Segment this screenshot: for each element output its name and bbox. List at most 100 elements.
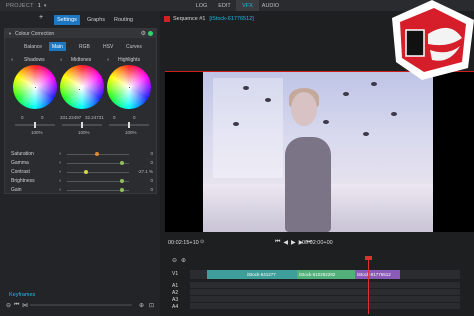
midtones-wheel-handle[interactable] <box>78 88 81 91</box>
saturation-reset-icon[interactable]: ◐ <box>59 151 62 157</box>
contrast-label: Contrast <box>11 169 30 175</box>
subtab-main[interactable]: Main <box>49 42 66 51</box>
saturation-value[interactable]: 0 <box>133 151 153 156</box>
highlights-wheel-handle[interactable] <box>128 86 131 89</box>
timeline-clip[interactable]: iStock-641277 <box>245 270 297 279</box>
zoom-in-icon[interactable]: ⊕ <box>139 302 144 309</box>
project-label: PROJECT <box>6 2 34 9</box>
add-keyframe-icon[interactable]: ⋈ <box>22 302 28 309</box>
duration-timecode: 00:02:00+00 <box>302 240 333 246</box>
clip-title[interactable]: [iStock-61776512] <box>209 16 253 22</box>
track-label-a2[interactable]: A2 <box>172 290 178 296</box>
shadows-value: 0 <box>21 115 24 120</box>
frame-dress <box>285 137 331 232</box>
subtab-curves[interactable]: Curves <box>123 42 145 51</box>
keyframe-track[interactable] <box>30 304 132 306</box>
track-label-v1[interactable]: V1 <box>172 271 178 277</box>
timeline-clip[interactable] <box>207 270 245 279</box>
contrast-value[interactable]: -27.1 % <box>133 169 153 174</box>
gamma-knob[interactable] <box>120 161 124 165</box>
highlights-label: Highlights <box>118 57 140 63</box>
collapse-icon[interactable]: ▼ <box>8 31 12 36</box>
brightness-knob[interactable] <box>120 179 124 183</box>
sequence-title[interactable]: Sequence #1 <box>173 16 205 22</box>
tab-log[interactable]: LOG <box>190 0 213 11</box>
colour-subtabs: Balance Main RGB HSV Curves <box>5 42 158 51</box>
midtones-label: Midtones <box>71 57 92 63</box>
timeline-clip[interactable]: iStock-61776512 <box>355 270 400 279</box>
tab-audio[interactable]: AUDIO <box>259 0 282 11</box>
reset-shadows-icon[interactable]: ◐ <box>11 57 14 63</box>
go-to-start-icon[interactable]: ⏮ <box>275 239 280 246</box>
contrast-slider[interactable] <box>67 172 129 173</box>
gain-reset-icon[interactable]: ◐ <box>59 187 62 193</box>
butterfly <box>323 120 329 124</box>
effect-enabled-toggle[interactable] <box>148 31 153 36</box>
audio-track-a2[interactable] <box>190 289 460 295</box>
app-logo <box>392 0 474 80</box>
playhead-handle[interactable] <box>365 256 372 260</box>
tab-settings[interactable]: Settings <box>54 15 80 25</box>
prev-keyframe-icon[interactable]: ⏮ <box>14 302 19 309</box>
effect-header[interactable]: ▼ Colour Correction ⚙ <box>5 29 156 38</box>
zoom-in-icon[interactable]: ⊕ <box>181 257 186 264</box>
timeline-clip[interactable]: iStock-610262292 <box>297 270 355 279</box>
tab-vfx[interactable]: VFX <box>236 0 259 11</box>
track-label-a4[interactable]: A4 <box>172 304 178 310</box>
transport-bar: 00:02:15+10 ⊙ ⏮ ◀ ▶ ▶ ⏭ 00:02:00+00 <box>164 237 474 249</box>
track-label-a3[interactable]: A3 <box>172 297 178 303</box>
midtones-value: 331.22497 <box>60 115 82 120</box>
highlights-level-knob[interactable] <box>128 122 130 128</box>
colour-correction-panel: ▼ Colour Correction ⚙ Balance Main RGB H… <box>4 28 157 194</box>
clip-label: iStock-61776512 <box>357 272 391 277</box>
midtones-level-knob[interactable] <box>81 122 83 128</box>
reset-highlights-icon[interactable]: ◐ <box>107 57 110 63</box>
audio-track-a4[interactable] <box>190 303 460 309</box>
reset-midtones-icon[interactable]: ◐ <box>60 57 63 63</box>
track-label-a1[interactable]: A1 <box>172 283 178 289</box>
current-timecode[interactable]: 00:02:15+10 <box>168 240 199 246</box>
tab-edit[interactable]: EDIT <box>213 0 236 11</box>
timecode-dropdown-icon[interactable]: ⊙ <box>200 239 204 245</box>
gamma-reset-icon[interactable]: ◐ <box>59 160 62 166</box>
butterfly <box>371 82 377 86</box>
zoom-fit-icon[interactable]: ⊡ <box>149 302 154 309</box>
audio-track-a1[interactable] <box>190 282 460 288</box>
brightness-reset-icon[interactable]: ◐ <box>59 178 62 184</box>
audio-track-a3[interactable] <box>190 296 460 302</box>
butterfly <box>233 122 239 126</box>
playhead[interactable] <box>368 256 369 314</box>
tab-routing[interactable]: Routing <box>111 15 136 25</box>
shadows-level-knob[interactable] <box>34 122 36 128</box>
zoom-out-icon[interactable]: ⊖ <box>6 302 11 309</box>
subtab-hsv[interactable]: HSV <box>100 42 116 51</box>
subtab-balance[interactable]: Balance <box>21 42 45 51</box>
chevron-down-icon[interactable]: ▾ <box>44 3 47 9</box>
timeline-ruler[interactable] <box>190 257 474 265</box>
mode-tabs: LOG EDIT VFX AUDIO <box>190 0 282 11</box>
zoom-out-icon[interactable]: ⊖ <box>172 257 177 264</box>
play-icon[interactable]: ▶ <box>291 239 296 246</box>
contrast-knob[interactable] <box>84 170 88 174</box>
contrast-reset-icon[interactable]: ◐ <box>59 169 62 175</box>
gear-icon[interactable]: ⚙ <box>141 30 146 37</box>
butterfly <box>265 98 271 102</box>
midtones-colour-wheel[interactable] <box>60 65 104 109</box>
step-back-icon[interactable]: ◀ <box>283 239 288 246</box>
shadows-wheel-handle[interactable] <box>34 86 37 89</box>
record-indicator-icon <box>164 15 170 22</box>
butterfly <box>343 92 349 96</box>
gamma-value[interactable]: 0 <box>133 160 153 165</box>
brightness-value[interactable]: 0 <box>133 178 153 183</box>
tab-graphs[interactable]: Graphs <box>84 15 108 25</box>
add-effect-icon[interactable]: + <box>39 14 43 21</box>
butterfly <box>363 132 369 136</box>
subtab-rgb[interactable]: RGB <box>76 42 93 51</box>
saturation-knob[interactable] <box>95 152 99 156</box>
gain-value[interactable]: 0 <box>133 187 153 192</box>
gain-knob[interactable] <box>120 188 124 192</box>
project-selector[interactable]: 1 <box>38 3 41 9</box>
saturation-label: Saturation <box>11 151 34 157</box>
brightness-label: Brightness <box>11 178 35 184</box>
keyframes-bar: ⊖ ⏮ ⋈ ⊕ ⊡ <box>4 300 159 310</box>
